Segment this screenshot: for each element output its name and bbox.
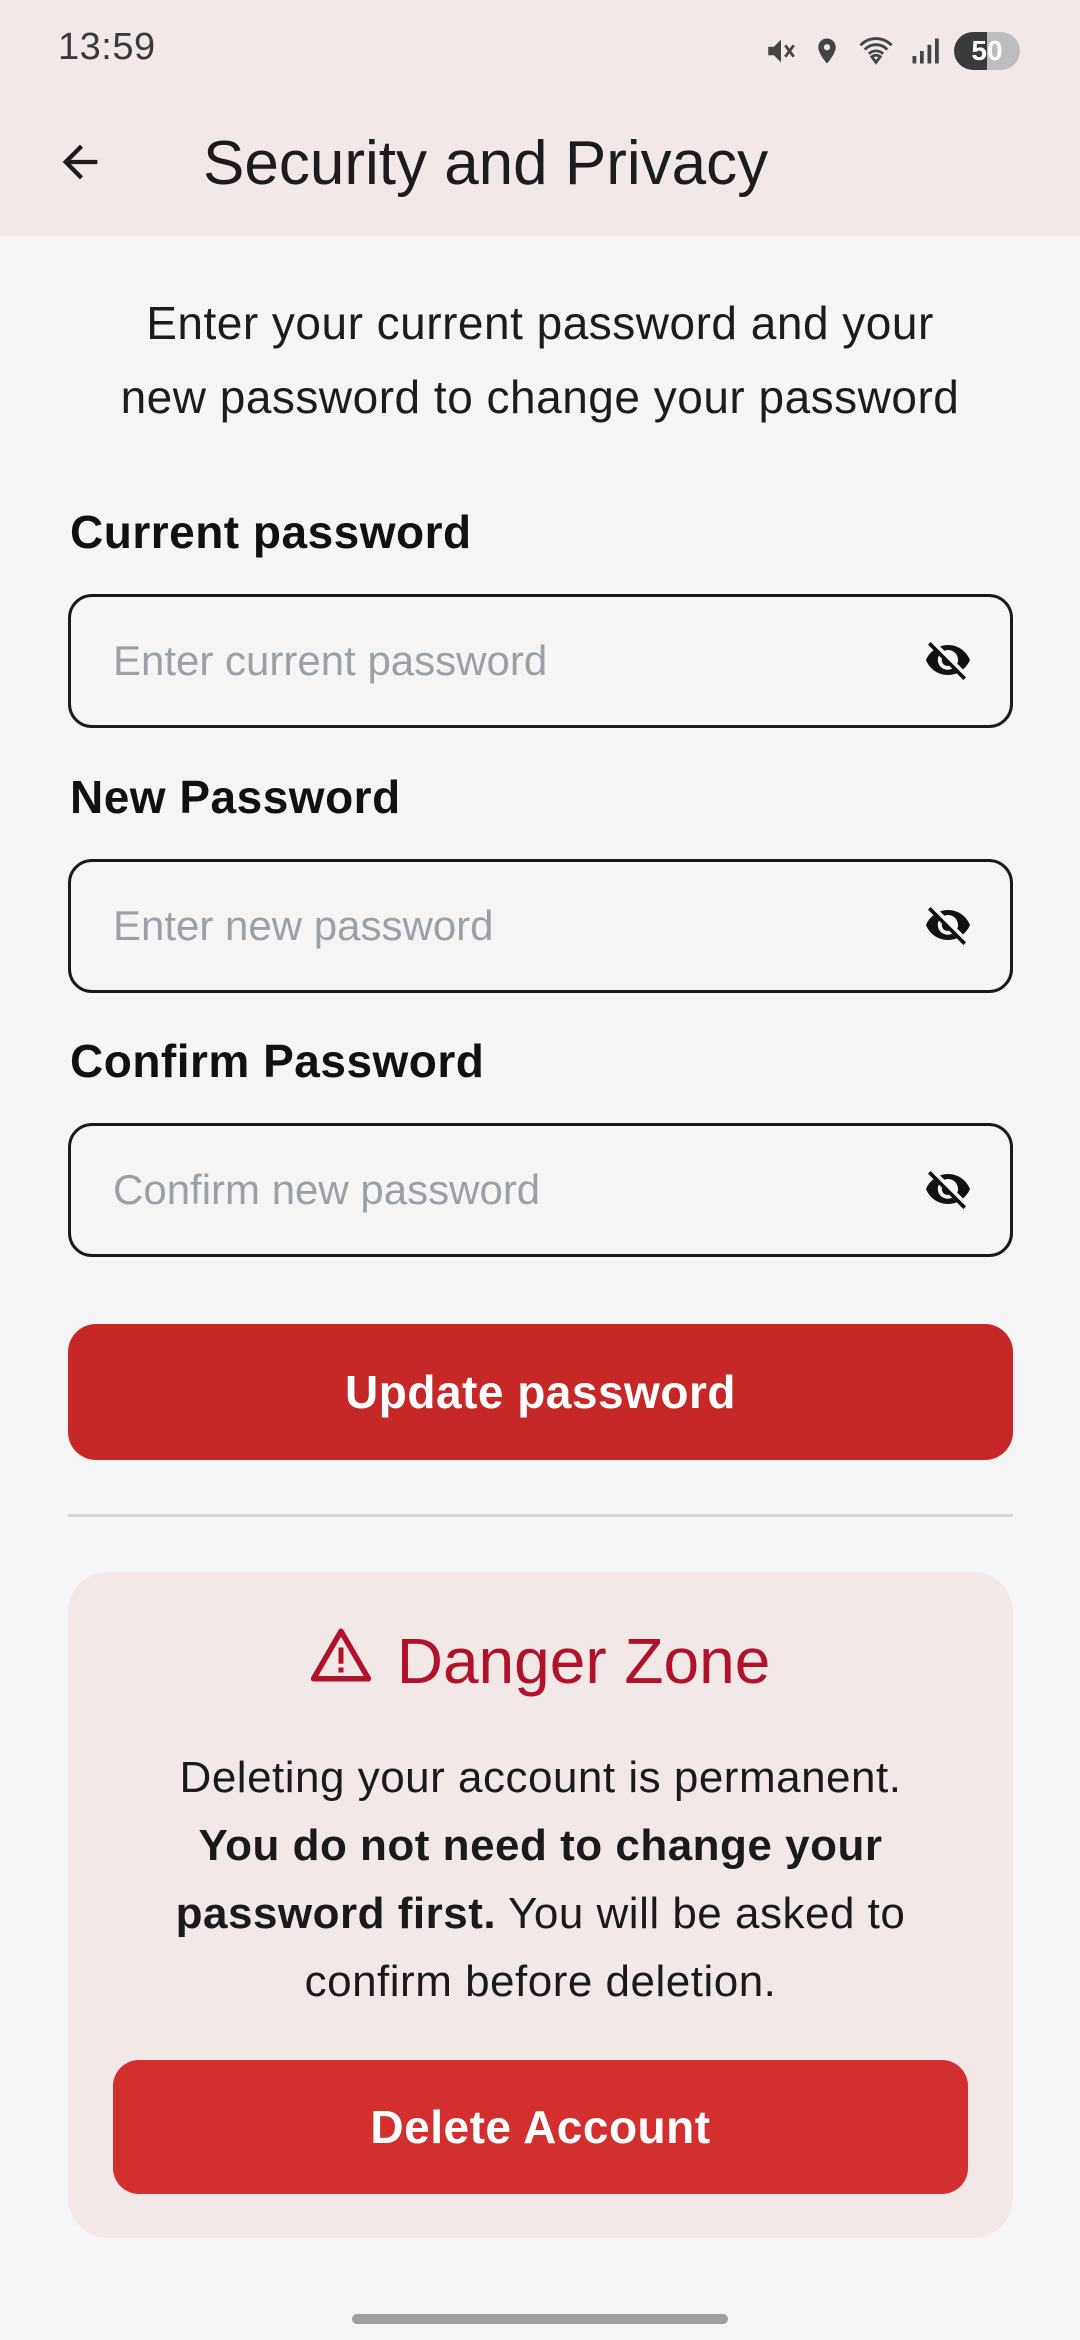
warning-icon xyxy=(310,1624,371,1698)
status-bar: 13:59 50 xyxy=(0,0,1080,100)
update-password-button[interactable]: Update password xyxy=(68,1324,1013,1460)
intro-text: Enter your current password and your new… xyxy=(60,286,1020,434)
status-icons: 50 xyxy=(764,30,1020,72)
danger-zone-title: Danger Zone xyxy=(396,1625,771,1697)
confirm-password-label: Confirm Password xyxy=(70,1035,485,1087)
new-password-field[interactable] xyxy=(68,859,1013,993)
confirm-password-input[interactable] xyxy=(113,1126,913,1254)
eye-off-icon xyxy=(924,1165,972,1218)
danger-zone-description: Deleting your account is permanent. You … xyxy=(138,1744,943,2016)
location-icon xyxy=(812,34,842,68)
toggle-current-password-visibility[interactable] xyxy=(924,638,972,686)
wifi-icon xyxy=(856,34,896,68)
app-bar: Security and Privacy xyxy=(0,100,1080,236)
toggle-confirm-password-visibility[interactable] xyxy=(924,1167,972,1215)
status-time: 13:59 xyxy=(58,26,156,68)
new-password-input[interactable] xyxy=(113,862,913,990)
new-password-label: New Password xyxy=(70,771,401,823)
danger-zone-card: Danger Zone Deleting your account is per… xyxy=(68,1572,1013,2238)
confirm-password-field[interactable] xyxy=(68,1123,1013,1257)
intro-line-2: new password to change your password xyxy=(120,371,960,423)
eye-off-icon xyxy=(924,901,972,954)
back-button[interactable] xyxy=(38,122,122,206)
eye-off-icon xyxy=(924,636,972,689)
battery-icon: 50 xyxy=(954,32,1020,70)
danger-zone-header: Danger Zone xyxy=(68,1624,1013,1698)
danger-text-line1: Deleting your account is permanent. xyxy=(179,1753,902,1802)
intro-line-1: Enter your current password and your xyxy=(146,297,934,349)
mute-icon xyxy=(764,34,798,68)
signal-icon xyxy=(910,34,940,68)
delete-account-button[interactable]: Delete Account xyxy=(113,2060,968,2194)
divider xyxy=(68,1514,1013,1517)
arrow-left-icon xyxy=(54,136,106,193)
current-password-field[interactable] xyxy=(68,594,1013,728)
toggle-new-password-visibility[interactable] xyxy=(924,903,972,951)
current-password-input[interactable] xyxy=(113,597,913,725)
home-indicator[interactable] xyxy=(352,2314,728,2324)
current-password-label: Current password xyxy=(70,506,472,558)
page-title: Security and Privacy xyxy=(203,129,769,198)
